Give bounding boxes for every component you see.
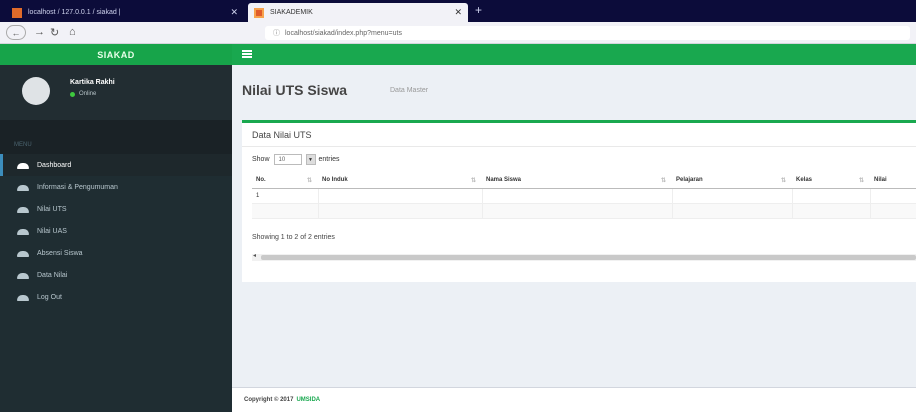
box-divider	[242, 146, 916, 147]
sidebar-item-informasi[interactable]: Informasi & Pengumuman	[0, 176, 232, 198]
new-tab-button[interactable]: +	[475, 3, 482, 17]
copyright-text: Copyright © 2017	[244, 397, 294, 403]
sort-icon: ⇅	[306, 178, 312, 184]
table-info: Showing 1 to 2 of 2 entries	[252, 234, 335, 241]
forward-arrow-icon[interactable]: →	[34, 26, 45, 38]
reload-icon[interactable]: ↻	[50, 26, 59, 39]
table-cell	[318, 188, 483, 204]
table-header-row: No. ⇅ No Induk ⇅ Nama Siswa ⇅ Pelajaran ⇅ Ke…	[252, 173, 916, 189]
sidebar-item-nilai-uts[interactable]: Nilai UTS	[0, 198, 232, 220]
entries-select[interactable]: 10	[273, 154, 302, 165]
table-cell	[482, 188, 673, 204]
sidebar-item-label: Informasi & Pengumuman	[37, 183, 118, 191]
avatar	[22, 77, 50, 105]
column-header-pelajaran[interactable]: Pelajaran ⇅	[672, 173, 792, 189]
tab-title: SIAKADEMIK	[270, 9, 313, 16]
address-bar[interactable]: ⓘ localhost/siakad/index.php?menu=uts	[265, 26, 910, 40]
phpmyadmin-favicon-icon	[12, 7, 22, 18]
sort-icon: ⇅	[660, 178, 666, 184]
sidebar-item-label: Dashboard	[37, 161, 72, 169]
entries-length-control: Show 10 ▼ entries	[252, 154, 340, 165]
site-favicon-icon	[254, 7, 264, 18]
footer-brand-link[interactable]: UMSIDA	[296, 397, 320, 403]
sort-icon: ⇅	[470, 178, 476, 184]
online-dot-icon	[70, 91, 75, 97]
browser-toolbar: ← → ↻ ⌂ ⓘ localhost/siakad/index.php?men…	[0, 22, 916, 44]
menu-header: MENU	[0, 120, 232, 154]
sidebar-item-data-nilai[interactable]: Data Nilai	[0, 264, 232, 286]
horizontal-scrollbar[interactable]: ◂	[252, 252, 916, 261]
main-content: Nilai UTS Siswa Data Master Data Nilai U…	[232, 65, 916, 387]
column-header-nilai[interactable]: Nilai	[870, 173, 916, 189]
brand-logo[interactable]: SIAKAD	[0, 44, 232, 65]
table-cell	[672, 188, 793, 204]
tab-title: localhost / 127.0.0.1 / siakad |	[28, 9, 121, 16]
sort-icon: ⇅	[780, 178, 786, 184]
table-row: 1	[252, 188, 916, 204]
table-cell: 1	[252, 188, 319, 204]
back-arrow-icon[interactable]: ←	[6, 25, 26, 40]
entries-label: entries	[318, 156, 340, 163]
data-box: Data Nilai UTS Show 10 ▼ entries No. ⇅ No…	[242, 120, 916, 282]
browser-tab-siakademik[interactable]: SIAKADEMIK ✕	[248, 3, 468, 22]
scrollbar-thumb[interactable]	[261, 255, 916, 260]
table-cell	[672, 203, 793, 219]
sidebar-item-label: Log Out	[37, 293, 62, 301]
sort-icon: ⇅	[858, 178, 864, 184]
dashboard-icon	[17, 162, 29, 169]
column-header-nama-siswa[interactable]: Nama Siswa ⇅	[482, 173, 672, 189]
tab-close-icon[interactable]: ✕	[230, 7, 238, 18]
user-name: Kartika Rakhi	[70, 79, 115, 86]
info-icon	[17, 184, 29, 191]
column-header-kelas[interactable]: Kelas ⇅	[792, 173, 870, 189]
column-header-no[interactable]: No. ⇅	[252, 173, 318, 189]
logout-icon	[17, 294, 29, 301]
page-subtitle: Data Master	[390, 87, 429, 94]
data-icon	[17, 272, 29, 279]
grade-icon	[17, 206, 29, 213]
sidebar-item-label: Nilai UTS	[37, 205, 67, 213]
data-table: No. ⇅ No Induk ⇅ Nama Siswa ⇅ Pelajaran ⇅ Ke…	[252, 173, 916, 219]
user-status-label: Online	[79, 91, 97, 97]
sidebar: SIAKAD Kartika Rakhi Online MENU Dashboa…	[0, 44, 232, 412]
page-title: Nilai UTS Siswa	[242, 82, 348, 98]
table-cell	[318, 203, 483, 219]
table-cell	[870, 188, 916, 204]
chevron-down-icon[interactable]: ▼	[305, 154, 316, 165]
sidebar-menu: Dashboard Informasi & Pengumuman Nilai U…	[0, 154, 232, 308]
sidebar-item-absensi[interactable]: Absensi Siswa	[0, 242, 232, 264]
sidebar-item-label: Nilai UAS	[37, 227, 67, 235]
grade-icon	[17, 228, 29, 235]
user-status: Online	[70, 91, 96, 97]
column-header-no-induk[interactable]: No Induk ⇅	[318, 173, 482, 189]
home-icon[interactable]: ⌂	[69, 26, 76, 38]
hamburger-menu-icon[interactable]	[242, 50, 252, 58]
table-cell	[252, 203, 319, 219]
table-cell	[792, 203, 871, 219]
top-navbar	[232, 44, 916, 65]
footer: Copyright © 2017 UMSIDA	[232, 387, 916, 412]
sidebar-item-label: Data Nilai	[37, 271, 68, 279]
table-cell	[870, 203, 916, 219]
scroll-left-icon[interactable]: ◂	[253, 252, 256, 259]
sidebar-item-label: Absensi Siswa	[37, 249, 83, 257]
sidebar-item-dashboard[interactable]: Dashboard	[0, 154, 232, 176]
attendance-icon	[17, 250, 29, 257]
show-label: Show	[252, 156, 270, 163]
table-cell	[482, 203, 673, 219]
address-url: localhost/siakad/index.php?menu=uts	[285, 29, 402, 37]
sidebar-item-logout[interactable]: Log Out	[0, 286, 232, 308]
browser-tab-phpmyadmin[interactable]: localhost / 127.0.0.1 / siakad | ✕	[6, 3, 244, 22]
box-title: Data Nilai UTS	[252, 130, 312, 140]
table-cell	[792, 188, 871, 204]
user-panel: Kartika Rakhi Online	[0, 65, 232, 120]
table-row	[252, 203, 916, 219]
tab-close-icon[interactable]: ✕	[454, 7, 462, 18]
browser-tab-bar: localhost / 127.0.0.1 / siakad | ✕ SIAKA…	[0, 0, 916, 22]
page-info-icon: ⓘ	[273, 30, 280, 37]
sidebar-item-nilai-uas[interactable]: Nilai UAS	[0, 220, 232, 242]
